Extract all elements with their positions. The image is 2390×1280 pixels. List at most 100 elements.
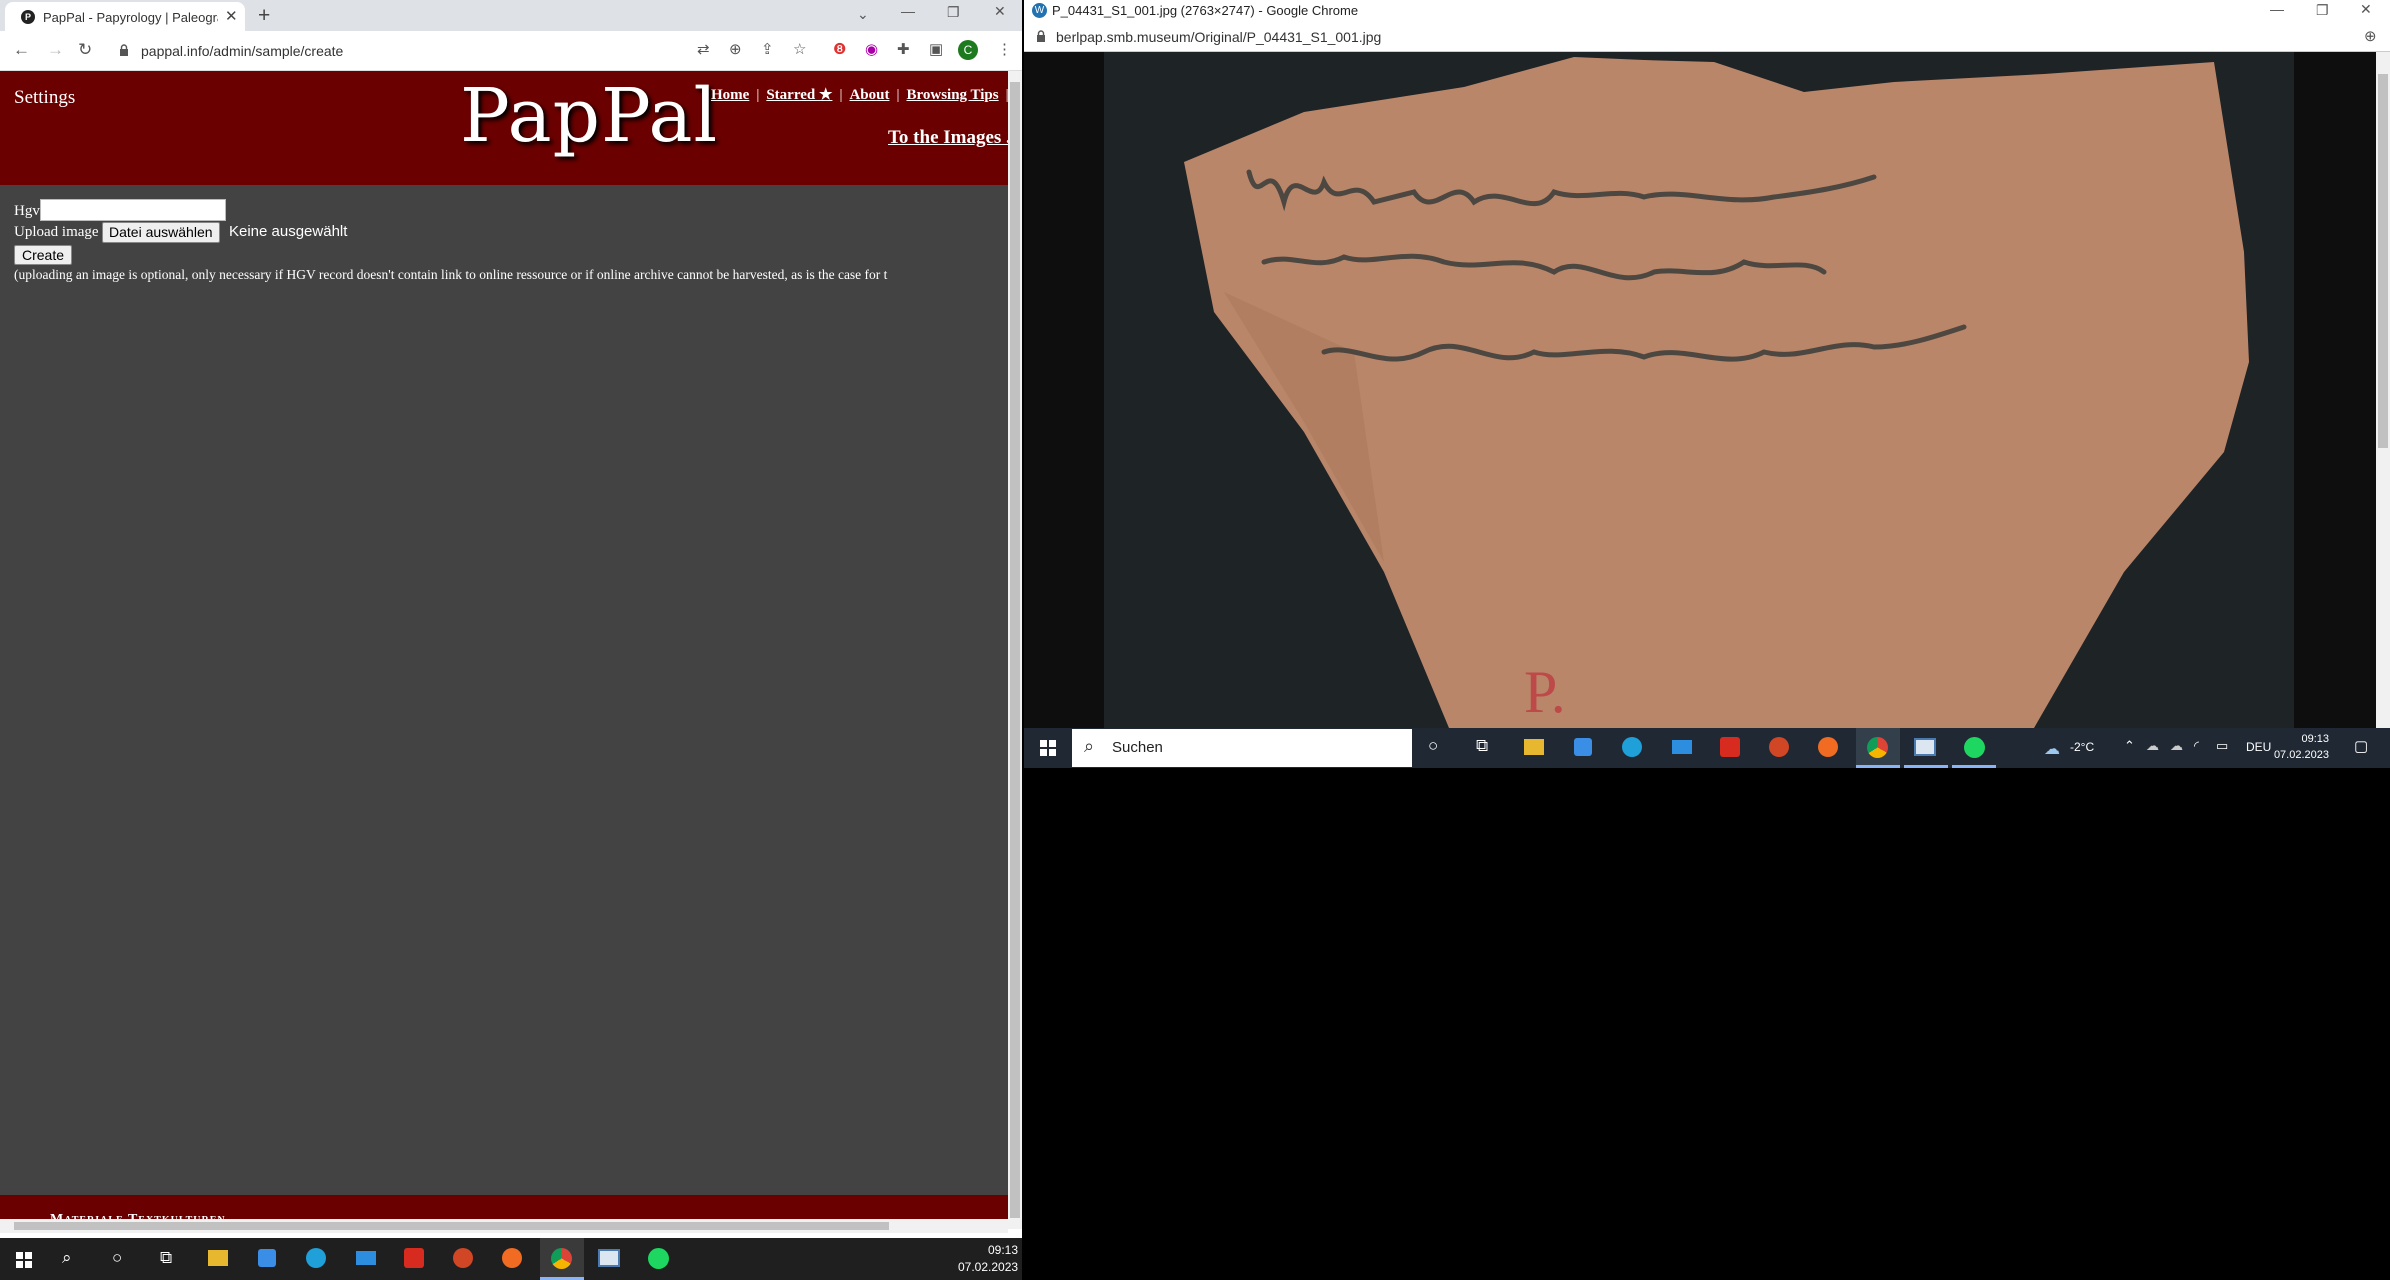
cortana-icon[interactable]: ○ bbox=[112, 1248, 122, 1268]
edge-icon[interactable] bbox=[306, 1248, 326, 1268]
taskbar-clock[interactable]: 09:13 07.02.2023 bbox=[2269, 731, 2329, 763]
minimize-button[interactable]: — bbox=[2270, 1, 2284, 17]
pappal-favicon-icon: P bbox=[21, 10, 35, 24]
notification-icon[interactable]: ▢ bbox=[2354, 737, 2368, 755]
image-viewer: P. bbox=[1024, 52, 2390, 728]
task-view-icon[interactable]: ⧉ bbox=[160, 1248, 172, 1268]
zoom-icon[interactable]: ⊕ bbox=[2364, 27, 2377, 45]
tab-close-icon[interactable]: ✕ bbox=[225, 7, 238, 25]
menu-kebab-icon[interactable]: ⋮ bbox=[997, 40, 1012, 58]
vertical-scrollbar-thumb[interactable] bbox=[1010, 82, 1020, 1218]
notepad-icon[interactable] bbox=[1914, 738, 1936, 756]
taskbar-search-box[interactable]: ⌕ Suchen bbox=[1072, 729, 1412, 767]
minimize-button[interactable]: — bbox=[901, 3, 915, 19]
left-browser-window: P PapPal - Papyrology | Paleograph ✕ + ⌄… bbox=[0, 0, 1022, 1280]
cortana-icon[interactable]: ○ bbox=[1428, 736, 1438, 756]
forward-icon[interactable]: → bbox=[47, 40, 64, 60]
task-view-icon[interactable]: ⧉ bbox=[1476, 736, 1488, 756]
tab-search-icon[interactable]: ⌄ bbox=[857, 6, 869, 23]
site-logo[interactable]: PapPal bbox=[460, 73, 718, 159]
upload-image-label: Upload image bbox=[14, 224, 99, 240]
site-header: Settings PapPal Home | Starred ★ | About | Bro… bbox=[0, 71, 1008, 185]
back-icon[interactable]: ← bbox=[13, 40, 30, 60]
active-indicator bbox=[1856, 765, 1900, 768]
nav-home[interactable]: Home bbox=[711, 87, 749, 103]
mail-icon[interactable] bbox=[1672, 740, 1692, 754]
onedrive-icon[interactable]: ☁ bbox=[2146, 738, 2159, 754]
spotify-icon[interactable] bbox=[1964, 737, 1985, 758]
right-browser-window: W P_04431_S1_001.jpg (2763×2747) - Googl… bbox=[1024, 0, 2390, 768]
store-icon[interactable] bbox=[258, 1249, 276, 1267]
onedrive-icon[interactable]: ☁ bbox=[2170, 738, 2183, 754]
mail-icon[interactable] bbox=[356, 1251, 376, 1265]
acrobat-icon[interactable] bbox=[1720, 737, 1740, 757]
hgv-label: Hgv bbox=[14, 203, 40, 219]
choose-file-button[interactable]: Datei auswählen bbox=[102, 222, 220, 243]
create-button[interactable]: Create bbox=[14, 245, 73, 265]
clock-time: 09:13 bbox=[2301, 733, 2329, 745]
search-placeholder: Suchen bbox=[1112, 739, 1163, 756]
address-bar-row: ← → ↻ pappal.info/admin/sample/create ⇄ … bbox=[0, 31, 1022, 71]
windows-start-icon[interactable] bbox=[1040, 740, 1056, 756]
hgv-input[interactable] bbox=[40, 199, 226, 221]
nav-browsing-tips[interactable]: Browsing Tips bbox=[906, 87, 998, 103]
restore-button[interactable]: ❐ bbox=[2316, 2, 2329, 19]
powerpoint-icon[interactable] bbox=[1769, 737, 1789, 757]
restore-button[interactable]: ❐ bbox=[947, 4, 960, 21]
weather-temp[interactable]: -2°C bbox=[2070, 740, 2094, 754]
url-text[interactable]: berlpap.smb.museum/Original/P_04431_S1_0… bbox=[1056, 29, 1381, 45]
tab-strip: P PapPal - Papyrology | Paleograph ✕ + ⌄… bbox=[0, 0, 1022, 31]
battery-icon[interactable]: ▭ bbox=[2216, 738, 2228, 754]
file-explorer-icon[interactable] bbox=[1524, 739, 1544, 755]
left-taskbar: ⌕ ○ ⧉ 09:13 07.02.2023 bbox=[0, 1238, 1022, 1280]
close-window-button[interactable]: ✕ bbox=[994, 3, 1006, 20]
close-window-button[interactable]: ✕ bbox=[2360, 1, 2372, 18]
store-icon[interactable] bbox=[1574, 738, 1592, 756]
translate-icon[interactable]: ⇄ bbox=[697, 40, 710, 58]
clock-date: 07.02.2023 bbox=[2273, 749, 2329, 761]
url-text[interactable]: pappal.info/admin/sample/create bbox=[141, 43, 343, 59]
weather-cloud-icon[interactable]: ☁ bbox=[2044, 739, 2060, 759]
ostracon-image[interactable]: P. bbox=[1104, 52, 2294, 728]
clock-date: 07.02.2023 bbox=[958, 1260, 1019, 1274]
firefox-icon[interactable] bbox=[1818, 737, 1838, 757]
horizontal-scrollbar-thumb[interactable] bbox=[14, 1222, 889, 1230]
tray-overflow-icon[interactable]: ⌃ bbox=[2124, 738, 2135, 754]
tab-title: PapPal - Papyrology | Paleograph bbox=[43, 10, 218, 25]
search-icon[interactable]: ⌕ bbox=[62, 1248, 72, 1268]
acrobat-icon[interactable] bbox=[404, 1248, 424, 1268]
search-icon: ⌕ bbox=[1084, 736, 1095, 756]
extensions-puzzle-icon[interactable]: ✚ bbox=[897, 40, 910, 58]
lock-icon[interactable] bbox=[119, 44, 129, 57]
lock-icon[interactable] bbox=[1036, 30, 1046, 43]
side-panel-icon[interactable]: ▣ bbox=[929, 40, 943, 58]
tab-pappal[interactable]: P PapPal - Papyrology | Paleograph ✕ bbox=[5, 2, 245, 31]
zoom-icon[interactable]: ⊕ bbox=[729, 40, 742, 58]
title-bar: W P_04431_S1_001.jpg (2763×2747) - Googl… bbox=[1024, 0, 2390, 22]
profile-avatar[interactable]: C bbox=[958, 40, 978, 60]
windows-start-icon[interactable] bbox=[16, 1252, 32, 1268]
settings-link[interactable]: Settings bbox=[14, 87, 75, 109]
taskbar-clock[interactable]: 09:13 07.02.2023 bbox=[958, 1242, 1018, 1276]
powerpoint-icon[interactable] bbox=[453, 1248, 473, 1268]
new-tab-button[interactable]: + bbox=[258, 4, 270, 28]
bookmark-star-icon[interactable]: ☆ bbox=[793, 40, 806, 58]
language-indicator[interactable]: DEU bbox=[2246, 740, 2271, 754]
nav-about[interactable]: About bbox=[849, 87, 889, 103]
extension-purple-icon[interactable]: ◉ bbox=[865, 40, 878, 58]
spotify-icon[interactable] bbox=[648, 1248, 669, 1269]
top-nav: Home|Starred ★|About|Browsing Tips|C bbox=[711, 85, 1008, 104]
vertical-scrollbar-thumb[interactable] bbox=[2378, 74, 2388, 448]
extension-red-icon[interactable]: ❽ bbox=[833, 40, 846, 58]
wifi-icon[interactable]: ◜ bbox=[2194, 738, 2199, 754]
share-icon[interactable]: ⇪ bbox=[761, 40, 774, 58]
nav-starred[interactable]: Starred ★ bbox=[766, 87, 832, 103]
firefox-icon[interactable] bbox=[502, 1248, 522, 1268]
notepad-icon[interactable] bbox=[598, 1249, 620, 1267]
reload-icon[interactable]: ↻ bbox=[78, 40, 92, 60]
to-images-link[interactable]: To the Images ... bbox=[888, 127, 1008, 149]
wordpress-favicon-icon: W bbox=[1032, 3, 1047, 18]
edge-icon[interactable] bbox=[1622, 737, 1642, 757]
window-title: P_04431_S1_001.jpg (2763×2747) - Google … bbox=[1052, 3, 1359, 18]
file-explorer-icon[interactable] bbox=[208, 1250, 228, 1266]
